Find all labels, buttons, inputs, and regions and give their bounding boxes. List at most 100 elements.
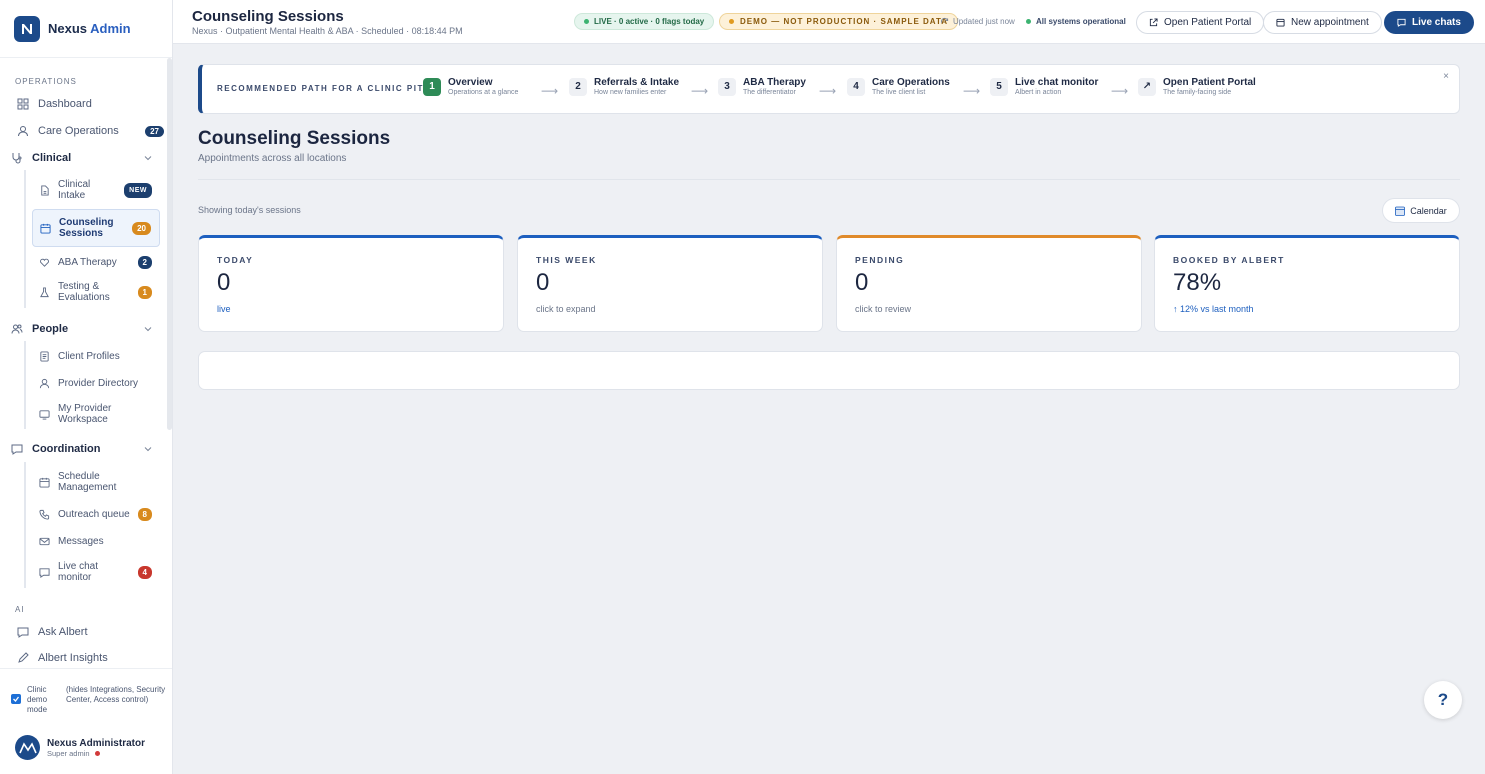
demo-warning-text: DEMO — NOT PRODUCTION · SAMPLE DATA — [740, 17, 949, 26]
calendar-icon — [39, 222, 51, 234]
chevron-down-icon[interactable] — [144, 325, 152, 333]
arrow-right-icon: ⟶ — [819, 84, 837, 98]
user-name: Nexus Administrator — [47, 737, 145, 749]
sidebar-group-people[interactable]: People — [10, 321, 160, 337]
sidebar-item-care-operations[interactable]: Care Operations 27 — [16, 123, 166, 139]
step-title: ABA Therapy — [743, 77, 806, 88]
close-icon[interactable]: × — [1443, 71, 1449, 82]
sidebar-item-testing-evaluations[interactable]: Testing & Evaluations 1 — [32, 280, 160, 304]
path-step-overview[interactable]: 1 Overview Operations at a glance — [423, 77, 518, 96]
refresh-status[interactable]: Updated just now — [940, 17, 1015, 26]
chevron-down-icon[interactable] — [144, 445, 152, 453]
sidebar-group-label: People — [32, 323, 69, 335]
brand[interactable]: Nexus Admin — [0, 0, 172, 58]
count-badge: 27 — [145, 125, 164, 137]
sidebar-item-clinical-intake[interactable]: Clinical Intake NEW — [32, 178, 160, 202]
sidebar-item-ask-albert[interactable]: Ask Albert — [16, 624, 166, 640]
path-step-referrals[interactable]: 2 Referrals & Intake How new families ent… — [569, 77, 679, 96]
path-step-live-chat-monitor[interactable]: 5 Live chat monitor Albert in action — [990, 77, 1098, 96]
sidebar-item-client-profiles[interactable]: Client Profiles — [32, 348, 160, 364]
sidebar-item-label: Outreach queue — [58, 508, 130, 520]
submenu-rail — [24, 462, 26, 588]
button-label: Calendar — [1410, 205, 1447, 216]
step-number: 3 — [718, 77, 736, 96]
stat-foot: live — [217, 304, 231, 314]
sidebar-item-label: My Provider Workspace — [58, 403, 112, 425]
path-label: RECOMMENDED PATH FOR A CLINIC PITCH — [217, 84, 439, 93]
user-profile[interactable]: Nexus Administrator Super admin — [15, 735, 145, 760]
section-label-ai: AI — [15, 605, 25, 614]
system-status: All systems operational — [1026, 17, 1126, 26]
stat-card-this-week[interactable]: THIS WEEK 0 click to expand — [517, 235, 823, 332]
submenu-rail — [24, 170, 26, 308]
button-label: Live chats — [1412, 17, 1461, 28]
demo-mode-label: Clinic demo mode — [27, 685, 48, 714]
mail-icon — [38, 535, 50, 547]
stat-value: 78% — [1173, 269, 1222, 296]
arrow-right-icon: ⟶ — [963, 84, 981, 98]
open-patient-portal-button[interactable]: Open Patient Portal — [1136, 11, 1265, 34]
help-button[interactable]: ? — [1424, 681, 1462, 719]
live-chats-button[interactable]: Live chats — [1384, 11, 1474, 34]
demo-mode-toggle[interactable]: Clinic demo mode (hides Integrations, Se… — [11, 685, 166, 715]
new-appointment-button[interactable]: New appointment — [1263, 11, 1382, 34]
sidebar-item-aba-therapy[interactable]: ABA Therapy 2 — [32, 254, 160, 270]
step-desc: The family-facing side — [1163, 89, 1232, 96]
stat-card-today[interactable]: TODAY 0 live — [198, 235, 504, 332]
stat-card-pending[interactable]: PENDING 0 click to review — [836, 235, 1142, 332]
showing-label: Showing today's sessions — [198, 205, 301, 215]
stat-card-booked-by-albert[interactable]: BOOKED BY ALBERT 78% ↑ 12% vs last month — [1154, 235, 1460, 332]
sidebar-item-counseling-sessions[interactable]: Counseling Sessions 20 — [32, 209, 160, 247]
sidebar-item-live-chat-monitor[interactable]: Live chat monitor 4 — [32, 560, 160, 584]
stat-value: 0 — [855, 269, 869, 296]
external-link-icon: ↗ — [1138, 77, 1156, 96]
chevron-down-icon[interactable] — [144, 154, 152, 162]
sidebar-group-clinical[interactable]: Clinical — [10, 150, 160, 166]
sidebar-item-label: Client Profiles — [58, 350, 120, 362]
sidebar-item-dashboard[interactable]: Dashboard — [16, 96, 166, 112]
live-status-pill: LIVE · 0 active · 0 flags today — [574, 13, 715, 30]
sidebar-item-messages[interactable]: Messages — [32, 533, 160, 549]
calendar-button[interactable]: Calendar — [1382, 198, 1460, 223]
chat-icon — [1397, 18, 1406, 27]
button-label: Open Patient Portal — [1164, 17, 1252, 28]
avatar — [15, 735, 40, 760]
count-badge: 8 — [137, 507, 152, 521]
brand-name: Nexus Admin — [48, 21, 131, 36]
step-title: Overview — [448, 77, 493, 88]
sidebar-item-label: Care Operations — [38, 125, 119, 137]
sidebar-item-schedule-management[interactable]: Schedule Management — [32, 470, 160, 494]
stat-value: 0 — [217, 269, 231, 296]
step-number: 4 — [847, 77, 865, 96]
stat-foot: click to expand — [536, 304, 596, 314]
sidebar: Nexus Admin OPERATIONS Dashboard Care Op… — [0, 0, 173, 774]
calendar-icon — [38, 476, 50, 488]
brand-suffix: Admin — [90, 21, 131, 36]
path-step-care-operations[interactable]: 4 Care Operations The live client list — [847, 77, 950, 96]
demo-mode-checkbox[interactable] — [11, 694, 21, 704]
sidebar-item-label: Messages — [58, 535, 104, 547]
divider — [198, 179, 1460, 180]
sidebar-item-outreach-queue[interactable]: Outreach queue 8 — [32, 506, 160, 522]
sidebar-item-label: Albert Insights — [38, 652, 108, 664]
check-icon — [13, 696, 20, 702]
monitor-icon — [38, 408, 50, 420]
demo-dot — [729, 19, 734, 24]
system-status-text: All systems operational — [1036, 17, 1126, 26]
sidebar-scrollbar[interactable] — [167, 58, 172, 430]
page-title: Counseling Sessions — [198, 128, 391, 149]
sidebar-item-albert-insights[interactable]: Albert Insights — [16, 650, 166, 666]
path-step-aba-therapy[interactable]: 3 ABA Therapy The differentiator — [718, 77, 806, 96]
path-step-open-patient-portal[interactable]: ↗ Open Patient Portal The family-facing s… — [1138, 77, 1256, 96]
sidebar-item-provider-directory[interactable]: Provider Directory — [32, 375, 160, 391]
page-header-subtitle: Nexus · Outpatient Mental Health & ABA ·… — [192, 26, 463, 36]
step-number: 1 — [423, 77, 441, 96]
sidebar-group-coordination[interactable]: Coordination — [10, 441, 160, 457]
step-desc: Albert in action — [1015, 89, 1062, 96]
sidebar-group-label: Clinical — [32, 152, 72, 164]
sidebar-item-label: Testing & Evaluations — [58, 281, 110, 303]
sidebar-item-my-provider-workspace[interactable]: My Provider Workspace — [32, 402, 160, 426]
sidebar-group-label: Coordination — [32, 443, 101, 455]
document-icon — [38, 350, 50, 362]
grid-icon — [16, 97, 30, 111]
